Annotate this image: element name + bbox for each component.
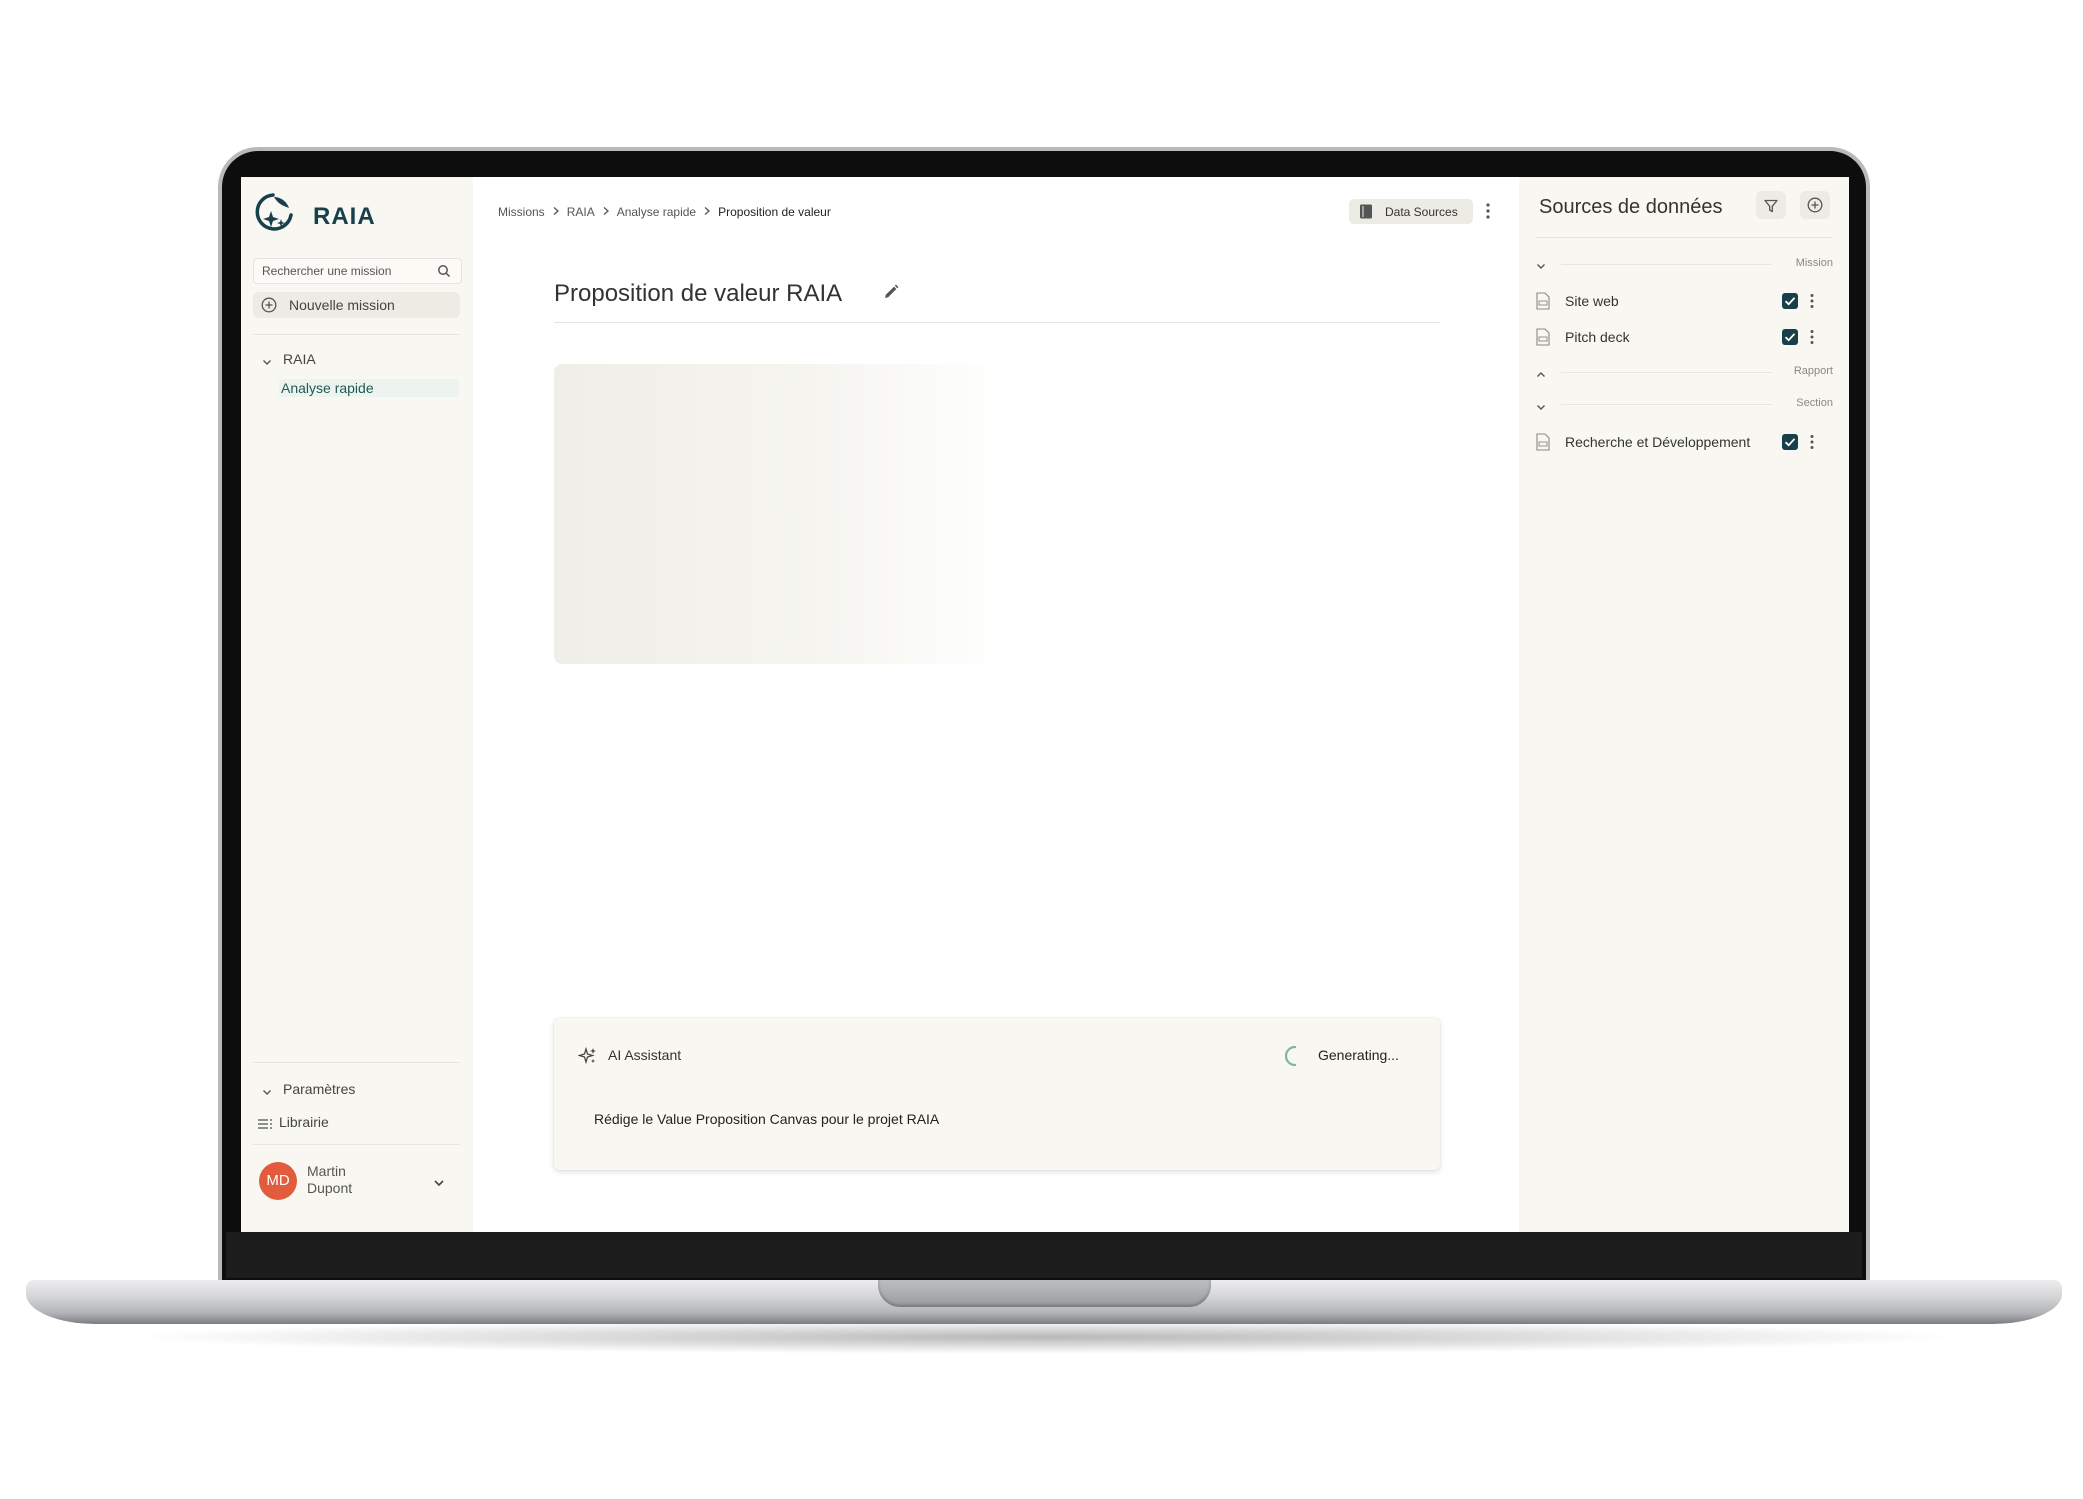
search-icon[interactable]	[437, 263, 451, 282]
source-label: Site web	[1565, 293, 1619, 309]
chevron-up-icon[interactable]	[1535, 366, 1547, 385]
book-icon	[1359, 204, 1373, 223]
chevron-right-icon	[601, 205, 611, 219]
filter-button[interactable]	[1756, 191, 1786, 219]
breadcrumb-item[interactable]: Analyse rapide	[617, 205, 696, 219]
more-vertical-icon[interactable]	[1481, 201, 1495, 221]
divider	[253, 334, 460, 335]
ai-assistant-title: AI Assistant	[608, 1047, 682, 1063]
plus-circle-icon	[261, 297, 277, 317]
filter-icon	[1764, 198, 1778, 217]
loading-skeleton	[554, 364, 1009, 664]
add-source-button[interactable]	[1800, 191, 1830, 219]
user-last-name: Dupont	[307, 1180, 353, 1196]
laptop-shadow	[120, 1320, 1970, 1354]
checkbox-checked-icon[interactable]	[1782, 434, 1798, 450]
group-label-mission: Mission	[1795, 257, 1833, 269]
divider	[1535, 237, 1833, 238]
new-mission-label: Nouvelle mission	[289, 297, 395, 313]
more-vertical-icon[interactable]	[1807, 433, 1817, 455]
group-divider	[1561, 404, 1771, 405]
chevron-down-icon[interactable]	[261, 353, 273, 372]
breadcrumb: Missions RAIA Analyse rapide Proposition…	[498, 203, 831, 221]
document-icon	[1535, 433, 1551, 455]
source-label: Pitch deck	[1565, 329, 1630, 345]
chevron-right-icon	[551, 205, 561, 219]
more-vertical-icon[interactable]	[1807, 328, 1817, 350]
laptop-notch	[878, 1280, 1211, 1307]
data-sources-title: Sources de données	[1539, 196, 1723, 218]
left-sidebar: RAIA Rechercher une mission Nouvelle mis…	[241, 177, 473, 1232]
source-label: Recherche et Développement	[1565, 434, 1751, 450]
search-placeholder: Rechercher une mission	[262, 264, 392, 278]
library-label: Librairie	[279, 1114, 329, 1130]
group-divider	[1561, 372, 1771, 373]
data-sources-panel: Sources de données Mission Site web Pitc…	[1519, 177, 1849, 1232]
ai-prompt-text: Rédige le Value Proposition Canvas pour …	[594, 1111, 940, 1127]
source-item[interactable]: Pitch deck	[1535, 326, 1833, 348]
chevron-down-icon[interactable]	[1535, 257, 1547, 276]
more-vertical-icon[interactable]	[1807, 292, 1817, 314]
group-label-section: Section	[1796, 397, 1833, 409]
page-title: Proposition de valeur RAIA	[554, 280, 843, 307]
chevron-down-icon[interactable]	[261, 1083, 273, 1102]
sparkles-icon	[577, 1046, 598, 1070]
breadcrumb-item[interactable]: RAIA	[567, 205, 595, 219]
chevron-down-icon[interactable]	[432, 1175, 446, 1194]
chevron-down-icon[interactable]	[1535, 398, 1547, 417]
document-icon	[1535, 292, 1551, 314]
checkbox-checked-icon[interactable]	[1782, 293, 1798, 309]
app-name: RAIA	[313, 203, 376, 230]
spinner-icon	[1284, 1045, 1306, 1071]
breadcrumb-item[interactable]: Missions	[498, 205, 545, 219]
new-mission-button[interactable]: Nouvelle mission	[253, 292, 460, 318]
chevron-right-icon	[702, 205, 712, 219]
checkbox-checked-icon[interactable]	[1782, 329, 1798, 345]
list-icon	[257, 1116, 273, 1135]
user-first-name: Martin	[307, 1163, 346, 1179]
tree-item-label: Analyse rapide	[281, 380, 374, 396]
plus-circle-icon	[1807, 197, 1823, 217]
settings-label: Paramètres	[283, 1081, 356, 1097]
source-item[interactable]: Site web	[1535, 290, 1833, 312]
data-sources-label: Data Sources	[1385, 205, 1458, 219]
ai-assistant-panel: AI Assistant Generating... Rédige le Val…	[554, 1018, 1440, 1170]
tree-item-label: RAIA	[283, 351, 316, 367]
group-label-rapport: Rapport	[1793, 365, 1833, 377]
data-sources-button[interactable]: Data Sources	[1349, 199, 1473, 224]
source-item[interactable]: Recherche et Développement	[1535, 431, 1833, 453]
tree-item-analyse-rapide[interactable]: Analyse rapide	[279, 379, 459, 397]
group-divider	[1561, 264, 1771, 265]
laptop-chin	[226, 1232, 1862, 1278]
pencil-icon[interactable]	[882, 283, 900, 305]
title-divider	[554, 322, 1440, 323]
avatar[interactable]: MD	[259, 1162, 297, 1200]
app-screen: RAIA Rechercher une mission Nouvelle mis…	[241, 177, 1849, 1232]
raia-logo-icon[interactable]	[251, 189, 297, 235]
ai-status-text: Generating...	[1318, 1047, 1399, 1063]
breadcrumb-current: Proposition de valeur	[718, 205, 831, 219]
divider	[253, 1062, 460, 1063]
divider	[253, 1144, 460, 1145]
search-input[interactable]: Rechercher une mission	[253, 258, 462, 284]
document-icon	[1535, 328, 1551, 350]
